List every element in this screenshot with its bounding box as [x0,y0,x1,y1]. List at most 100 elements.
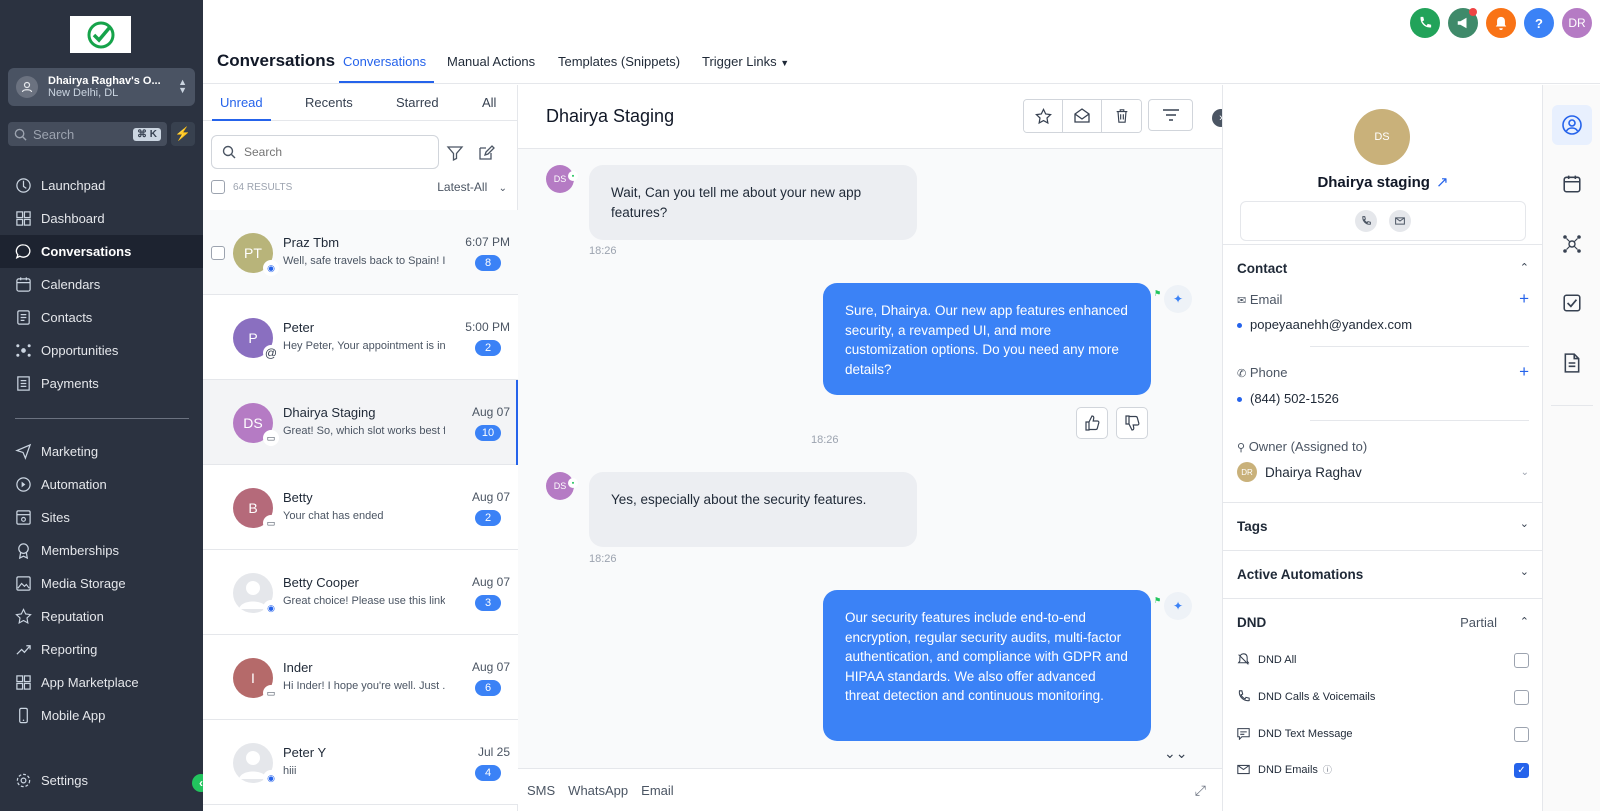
chat-filter-button[interactable] [1148,99,1193,131]
add-email-button[interactable]: + [1519,289,1529,309]
sidebar-item-reputation[interactable]: Reputation [0,600,203,633]
channel-tab-whatsapp[interactable]: WhatsApp [568,783,628,798]
conversation-row[interactable]: P @ Peter Hey Peter, Your appointment is… [203,295,518,380]
sidebar-search[interactable]: Search ⌘ K [8,122,167,146]
ai-sparkle-icon[interactable]: ⚑ ✦ [1154,592,1192,620]
lightning-icon[interactable]: ⚡ [171,122,195,146]
sidebar-item-automation[interactable]: Automation [0,468,203,501]
dnd-all-checkbox[interactable] [1514,653,1529,668]
contact-details-tab[interactable] [1552,105,1592,145]
conversation-row[interactable]: DS ▭ Dhairya Staging Great! So, which sl… [203,380,519,465]
sidebar-item-dashboard[interactable]: Dashboard [0,202,203,235]
phone-call-button[interactable] [1410,8,1440,38]
sidebar-item-conversations[interactable]: Conversations [0,235,203,268]
sidebar-item-opportunities[interactable]: Opportunities [0,334,203,367]
channel-tab-email[interactable]: Email [641,783,674,798]
chevron-up-icon[interactable]: ⌃ [1520,615,1529,628]
mark-read-button[interactable] [1063,100,1102,132]
conversation-row[interactable]: I ▭ Inder Hi Inder! I hope you're well. … [203,635,518,720]
message-time: 5:00 PM [465,320,510,334]
tab-recents[interactable]: Recents [305,95,353,110]
automations-section[interactable]: Active Automations ⌄ [1223,550,1543,599]
owner-label-text: Owner (Assigned to) [1248,439,1368,454]
sidebar-item-contacts[interactable]: Contacts [0,301,203,334]
tab-conversations[interactable]: Conversations [338,54,435,83]
conversation-search[interactable] [211,135,439,169]
dnd-label: DND All [1258,653,1297,666]
sidebar-item-mobile-app[interactable]: Mobile App [0,699,203,732]
select-all-checkbox[interactable] [211,180,225,194]
sidebar-item-media-storage[interactable]: Media Storage [0,567,203,600]
contact-section-title[interactable]: Contact [1237,261,1287,276]
sidebar-item-memberships[interactable]: Memberships [0,534,203,567]
unread-count-badge: 10 [475,425,501,441]
info-icon[interactable]: ⓘ [1323,763,1332,776]
notes-tab[interactable] [1552,343,1592,383]
expand-icon[interactable]: ⤢ [1195,782,1206,799]
sidebar-item-sites[interactable]: Sites [0,501,203,534]
conversation-row[interactable]: B ▭ Betty Your chat has ended Aug 07 2 [203,465,518,550]
email-label: ✉ Email [1237,292,1282,307]
sidebar-item-settings[interactable]: Settings [0,764,203,797]
external-link-icon[interactable]: ↗ [1436,174,1449,191]
tab-starred[interactable]: Starred [396,95,439,110]
sidebar-item-launchpad[interactable]: Launchpad [0,169,203,202]
notifications-button[interactable] [1486,8,1516,38]
tags-section[interactable]: Tags ⌄ [1223,502,1543,551]
dnd-title[interactable]: DND [1237,615,1266,630]
help-button[interactable]: ? [1524,8,1554,38]
scroll-to-bottom-icon[interactable]: ⌄⌄ [1164,745,1187,762]
row-checkbox[interactable] [211,246,225,260]
unread-count-badge: 3 [475,595,501,611]
sidebar-item-payments[interactable]: Payments [0,367,203,400]
owner-select[interactable]: DR Dhairya Raghav ⌄ [1237,462,1529,482]
email-value[interactable]: popeyaanehh@yandex.com [1237,317,1412,332]
tab-templates[interactable]: Templates (Snippets) [558,54,680,69]
tab-manual-actions[interactable]: Manual Actions [447,54,535,69]
company-logo[interactable] [70,16,131,53]
chevron-up-icon[interactable]: ⌃ [1520,261,1529,274]
conversation-row[interactable]: ◉ Betty Cooper Great choice! Please use … [203,550,518,635]
sidebar-item-label: Marketing [41,444,99,459]
sidebar-item-app-marketplace[interactable]: App Marketplace [0,666,203,699]
compose-icon[interactable] [477,144,495,162]
dnd-label: DND Calls & Voicemails [1258,690,1376,703]
delete-button[interactable] [1102,100,1141,132]
call-contact-button[interactable] [1355,210,1377,232]
phone-value[interactable]: (844) 502-1526 [1237,391,1339,406]
appointments-tab[interactable] [1552,164,1592,204]
ai-sparkle-icon[interactable]: ⚑ ✦ [1154,285,1192,313]
gear-icon [16,773,31,788]
dnd-text-row: DND Text Message [1237,727,1353,740]
sort-dropdown[interactable]: Latest-All ⌄ [437,180,507,194]
opportunities-tab[interactable] [1552,224,1592,264]
email-contact-button[interactable] [1389,210,1411,232]
sidebar-item-reporting[interactable]: Reporting [0,633,203,666]
thumbs-up-button[interactable] [1076,407,1108,439]
conversation-row[interactable]: ◉ Peter Y hiii Jul 25 4 [203,720,518,805]
dnd-text-checkbox[interactable] [1514,727,1529,742]
thumbs-down-button[interactable] [1116,407,1148,439]
tab-all[interactable]: All [482,95,496,110]
tab-trigger-links[interactable]: Trigger Links ▼ [702,54,789,69]
conversation-row[interactable]: PT ◉ Praz Tbm Well, safe travels back to… [203,210,518,295]
dnd-emails-checkbox[interactable]: ✓ [1514,763,1529,778]
add-phone-button[interactable]: + [1519,362,1529,382]
dnd-calls-checkbox[interactable] [1514,690,1529,705]
tasks-tab[interactable] [1552,283,1592,323]
user-avatar[interactable]: DR [1562,8,1592,38]
tab-unread[interactable]: Unread [212,95,271,121]
channel-tab-sms[interactable]: SMS [527,783,555,798]
conversation-search-input[interactable] [244,145,414,159]
sidebar-item-label: Conversations [41,244,132,259]
sidebar-item-calendars[interactable]: Calendars [0,268,203,301]
account-switcher[interactable]: Dhairya Raghav's O... New Delhi, DL ▲ ▼ [8,68,195,106]
filter-icon[interactable] [446,144,464,162]
sidebar-item-marketing[interactable]: Marketing [0,435,203,468]
chevron-down-icon: ⌄ [1520,466,1529,478]
email-label-text: Email [1249,292,1283,307]
message-time: 6:07 PM [465,235,510,249]
announcements-button[interactable] [1448,8,1478,38]
field-divider [1310,346,1529,347]
star-button[interactable] [1024,100,1063,132]
